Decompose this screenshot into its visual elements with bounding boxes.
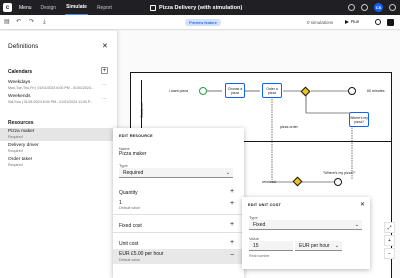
- remove-icon[interactable]: −: [230, 252, 234, 259]
- calendar-name: Weekends: [8, 94, 31, 99]
- quantity-hint: Default value: [119, 206, 140, 210]
- zoom-in-icon[interactable]: +: [384, 235, 395, 246]
- resource-name: Delivery driver: [8, 143, 39, 148]
- edit-resource-panel: EDIT RESOURCE Name Pizza maker Type Requ…: [113, 128, 244, 278]
- overflow-menu-icon[interactable]: ⋯: [102, 82, 107, 88]
- unit-cost-label: Unit cost: [119, 241, 139, 247]
- divider: [113, 214, 244, 215]
- timer-event[interactable]: [348, 87, 356, 95]
- zoom-out-icon[interactable]: −: [384, 248, 395, 259]
- chevron-down-icon: ⌄: [354, 222, 359, 228]
- calendar-schedule: Sat,Sun | 01/01/2024 6:00 PM - 01/01/202…: [8, 100, 93, 104]
- add-quantity-icon[interactable]: +: [230, 188, 234, 195]
- divider: [113, 232, 244, 233]
- definitions-panel: Definitions ✕ Calendars + Weekdays Mon,T…: [0, 31, 118, 278]
- close-icon[interactable]: ✕: [360, 201, 365, 208]
- name-value[interactable]: Pizza maker: [119, 151, 147, 157]
- cost-type-select[interactable]: Fixed ⌄: [249, 220, 362, 230]
- timer-label: 60 minutes: [367, 89, 385, 93]
- edit-resource-title: EDIT RESOURCE: [119, 134, 153, 138]
- resource-name: Pizza maker: [8, 129, 35, 134]
- resource-item-pizza-maker[interactable]: Pizza maker Required: [0, 128, 118, 141]
- zoom-fit-icon[interactable]: ⤢: [384, 222, 395, 233]
- value-input-text: 15: [253, 242, 259, 249]
- edit-unit-cost-title: EDIT UNIT COST: [248, 203, 281, 207]
- type-select[interactable]: Required ⌄: [119, 168, 233, 178]
- definitions-title: Definitions: [8, 43, 39, 50]
- resources-title: Resources: [8, 120, 34, 126]
- edit-unit-cost-panel: EDIT UNIT COST ✕ Type Fixed ⌄ Value 15 E…: [242, 197, 370, 269]
- task-wheres-my-pizza-label: Where's my pizza?: [350, 116, 368, 124]
- resource-name: Order taker: [8, 157, 33, 162]
- overflow-menu-icon[interactable]: ⋯: [102, 96, 107, 102]
- start-event-label: I want pizza: [169, 89, 188, 93]
- chevron-down-icon: ⌄: [334, 243, 339, 249]
- unit-cost-value: EUR £5.00 per hour: [119, 251, 164, 257]
- received-label: received: [262, 180, 276, 184]
- calendar-name: Weekdays: [8, 80, 31, 85]
- quantity-label: Quantity: [119, 190, 138, 196]
- unit-cost-hint: Default value: [119, 258, 140, 262]
- task-order-pizza[interactable]: Order a pizza: [262, 83, 282, 98]
- add-unit-cost-icon[interactable]: +: [230, 239, 234, 246]
- message-label: "Where's my pizza?": [323, 171, 356, 175]
- resource-type: Required: [8, 149, 23, 153]
- calendar-schedule: Mon,Tue,Thu,Fri | 01/01/2024 6:00 PM - 0…: [8, 86, 94, 90]
- add-fixed-cost-icon[interactable]: +: [230, 221, 234, 228]
- value-hint: Real number: [249, 254, 270, 258]
- calendar-item-weekends[interactable]: Weekends Sat,Sun | 01/01/2024 6:00 PM - …: [0, 93, 118, 106]
- type-select-value: Required: [123, 169, 144, 176]
- unit-select-value: EUR per hour: [299, 242, 330, 249]
- add-quantity-value-icon[interactable]: +: [230, 200, 234, 207]
- resource-type: Required: [8, 135, 23, 139]
- task-choose-pizza[interactable]: Choose a pizza: [225, 83, 245, 98]
- resource-type: Required: [8, 163, 23, 167]
- add-calendar-button[interactable]: +: [101, 67, 108, 74]
- message-event[interactable]: [334, 178, 342, 186]
- close-icon[interactable]: ✕: [102, 42, 108, 50]
- unit-cost-row[interactable]: EUR £5.00 per hour Default value −: [113, 249, 244, 264]
- calendar-item-weekdays[interactable]: Weekdays Mon,Tue,Thu,Fri | 01/01/2024 6:…: [0, 79, 118, 92]
- chevron-down-icon: ⌄: [225, 170, 230, 176]
- task-choose-pizza-label: Choose a pizza: [227, 87, 243, 95]
- task-wheres-my-pizza[interactable]: Where's my pizza?: [349, 112, 369, 127]
- start-event[interactable]: [199, 87, 207, 95]
- cost-type-value: Fixed: [253, 221, 266, 228]
- calendars-title: Calendars: [8, 69, 33, 75]
- flow-label: pizza order: [280, 125, 298, 129]
- task-order-pizza-label: Order a pizza: [266, 87, 278, 95]
- value-input[interactable]: 15: [249, 241, 293, 251]
- resource-item-delivery-driver[interactable]: Delivery driver Required: [0, 142, 118, 155]
- resource-item-order-taker[interactable]: Order taker Required: [0, 156, 118, 169]
- unit-select[interactable]: EUR per hour ⌄: [295, 241, 342, 251]
- fixed-cost-label: Fixed cost: [119, 223, 142, 229]
